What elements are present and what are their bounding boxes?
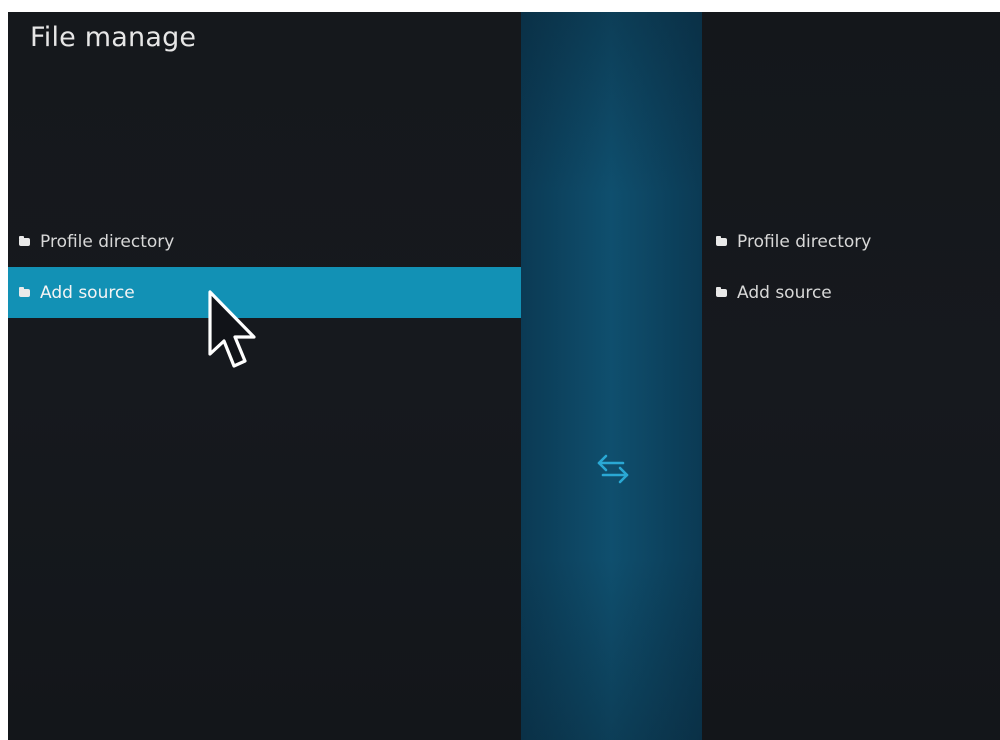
right-item-add-source[interactable]: Add source [702, 267, 1000, 318]
folder-icon [19, 235, 30, 246]
mouse-cursor-icon [208, 290, 256, 368]
folder-icon [716, 286, 727, 297]
pane-divider [521, 12, 702, 740]
left-source-list: Profile directory Add source [8, 216, 521, 318]
item-label: Profile directory [40, 231, 175, 252]
left-pane: File manage Profile directory Add source [8, 12, 521, 740]
right-source-list: Profile directory Add source [702, 216, 1000, 318]
right-pane: Profile directory Add source [702, 12, 1000, 740]
page-title: File manage [30, 22, 197, 53]
item-label: Profile directory [737, 231, 872, 252]
right-item-profile-directory[interactable]: Profile directory [702, 216, 1000, 267]
folder-icon [19, 286, 30, 297]
item-label: Add source [40, 282, 135, 303]
folder-icon [716, 235, 727, 246]
left-item-add-source[interactable]: Add source [8, 267, 521, 318]
left-item-profile-directory[interactable]: Profile directory [8, 216, 521, 267]
file-manager-screen: File manage Profile directory Add source [8, 12, 1000, 740]
item-label: Add source [737, 282, 832, 303]
swap-arrows-icon[interactable] [593, 452, 633, 486]
